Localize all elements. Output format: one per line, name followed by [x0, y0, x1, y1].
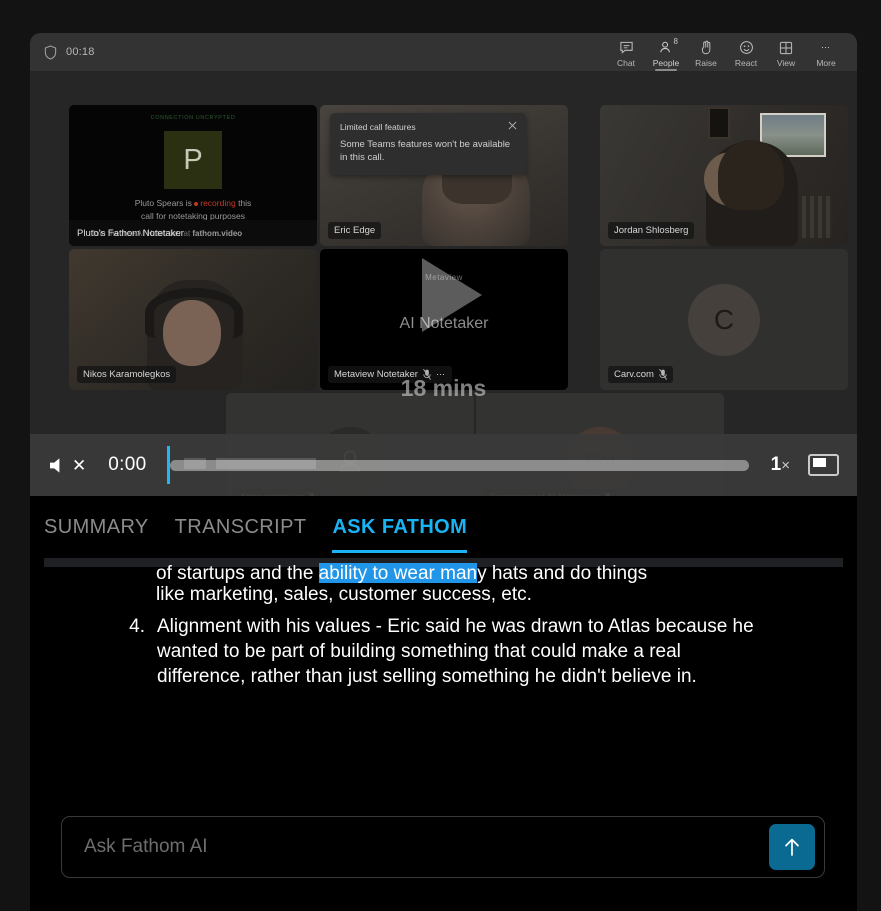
volume-x-mark: ✕	[72, 455, 87, 475]
view-grid-icon	[779, 39, 793, 56]
progress-bar[interactable]	[167, 446, 749, 484]
progress-segment	[184, 458, 207, 469]
tile-jordan-shlosberg[interactable]: Jordan Shlosberg	[600, 105, 848, 246]
raise-hand-icon	[700, 39, 713, 56]
clipped-previous-line: of startups and the ability to wear many…	[156, 561, 756, 583]
toolbar-actions: Chat 8 People Raise React View ⋯ More	[607, 36, 857, 71]
recording-dot-icon	[194, 201, 199, 206]
tab-transcript[interactable]: TRANSCRIPT	[175, 496, 307, 558]
toolbar-view-button[interactable]: View	[767, 36, 805, 68]
avatar: C	[688, 283, 760, 356]
limited-call-features-notification[interactable]: Limited call features Some Teams feature…	[330, 113, 526, 175]
participant-name: Eric Edge	[334, 225, 376, 236]
continued-paragraph: like marketing, sales, customer success,…	[156, 584, 532, 605]
toolbar-view-label: View	[776, 58, 796, 68]
toolbar-people-button[interactable]: 8 People	[647, 36, 685, 71]
clipped-text-post: y hats and do things	[477, 563, 648, 583]
wall-picture-frame	[708, 107, 730, 139]
playback-speed-suffix: ×	[781, 457, 790, 474]
list-item-text: Alignment with his values - Eric said he…	[157, 616, 754, 687]
react-smiley-icon	[739, 39, 754, 56]
video-player[interactable]: 00:18 Chat 8 People Raise React View ⋯ M…	[30, 33, 857, 496]
ask-fathom-input[interactable]	[84, 836, 769, 858]
send-button[interactable]	[769, 824, 815, 870]
toolbar-more-button[interactable]: ⋯ More	[807, 36, 845, 68]
chat-icon	[619, 39, 634, 56]
encryption-note: CONNECTION UNCRYPTED	[150, 115, 236, 121]
tile-eric-edge[interactable]: Limited call features Some Teams feature…	[320, 105, 568, 246]
people-count-badge: 8	[673, 37, 678, 46]
tab-ask-fathom[interactable]: ASK FATHOM	[332, 496, 467, 558]
meeting-elapsed-time: 00:18	[66, 46, 95, 58]
participant-name: Jordan Shlosberg	[614, 225, 689, 236]
clipped-text-pre: of startups and the	[156, 563, 319, 583]
tile-carv-com[interactable]: C Carv.com	[600, 249, 848, 390]
fathom-recording-page: 00:18 Chat 8 People Raise React View ⋯ M…	[0, 0, 881, 911]
participant-hair	[718, 140, 784, 210]
content-tabs: SUMMARY TRANSCRIPT ASK FATHOM	[30, 496, 857, 558]
toolbar-people-label: People	[652, 58, 680, 68]
tab-summary[interactable]: SUMMARY	[44, 496, 149, 558]
recording-notice-post: this	[238, 198, 252, 208]
selected-text: ability to wear man	[318, 563, 478, 583]
participant-name-chip: Eric Edge	[328, 222, 382, 239]
arrow-up-icon	[785, 838, 799, 856]
notification-body: Some Teams features won't be available i…	[340, 139, 511, 163]
notetaker-promo-brand: fathom.video	[192, 229, 243, 238]
tile-fathom-notetaker[interactable]: CONNECTION UNCRYPTED P Pluto Spears is r…	[69, 105, 317, 246]
playhead[interactable]	[167, 446, 171, 484]
teams-meeting-recording: 00:18 Chat 8 People Raise React View ⋯ M…	[30, 33, 857, 496]
toolbar-more-label: More	[816, 58, 836, 68]
ask-input-row[interactable]	[61, 816, 825, 878]
toolbar-react-button[interactable]: React	[727, 36, 765, 68]
player-controls: ✕ 0:00 1×	[30, 434, 857, 496]
toolbar-raise-button[interactable]: Raise	[687, 36, 725, 68]
progress-segment	[216, 458, 317, 469]
list-item: 4. Alignment with his values - Eric said…	[125, 614, 765, 689]
toolbar-clipped-edge	[843, 33, 857, 71]
toolbar-raise-label: Raise	[695, 58, 717, 68]
more-dots-icon: ⋯	[821, 42, 831, 52]
volume-muted-icon[interactable]: ✕	[48, 456, 86, 475]
shield-icon	[44, 44, 57, 60]
playback-speed-button[interactable]: 1×	[771, 454, 790, 476]
picture-in-picture-icon[interactable]	[808, 454, 839, 476]
playback-speed-value: 1	[770, 454, 782, 475]
current-time: 0:00	[108, 454, 147, 475]
list-item-number: 4.	[129, 616, 145, 637]
toolbar-react-label: React	[734, 58, 758, 68]
toolbar-left: 00:18	[30, 44, 95, 60]
close-icon[interactable]	[508, 121, 517, 130]
recording-word: recording	[200, 198, 236, 208]
notetaker-name-label: Pluto's Fathom Notetaker	[77, 228, 184, 239]
avatar: P	[164, 131, 222, 189]
recording-notice-pre: Pluto Spears is	[134, 198, 192, 208]
toolbar-chat-button[interactable]: Chat	[607, 36, 645, 68]
people-icon	[659, 39, 674, 56]
toolbar-chat-label: Chat	[617, 58, 635, 68]
tile-nikos-karamolegkos[interactable]: Nikos Karamolegkos	[69, 249, 317, 390]
recording-duration-overlay: 18 mins	[400, 375, 487, 401]
teams-toolbar: 00:18 Chat 8 People Raise React View ⋯ M…	[30, 33, 857, 71]
play-triangle-icon[interactable]	[422, 258, 482, 332]
participant-name-chip: Jordan Shlosberg	[608, 222, 695, 239]
headphones	[145, 288, 243, 338]
notification-title: Limited call features	[340, 122, 416, 132]
